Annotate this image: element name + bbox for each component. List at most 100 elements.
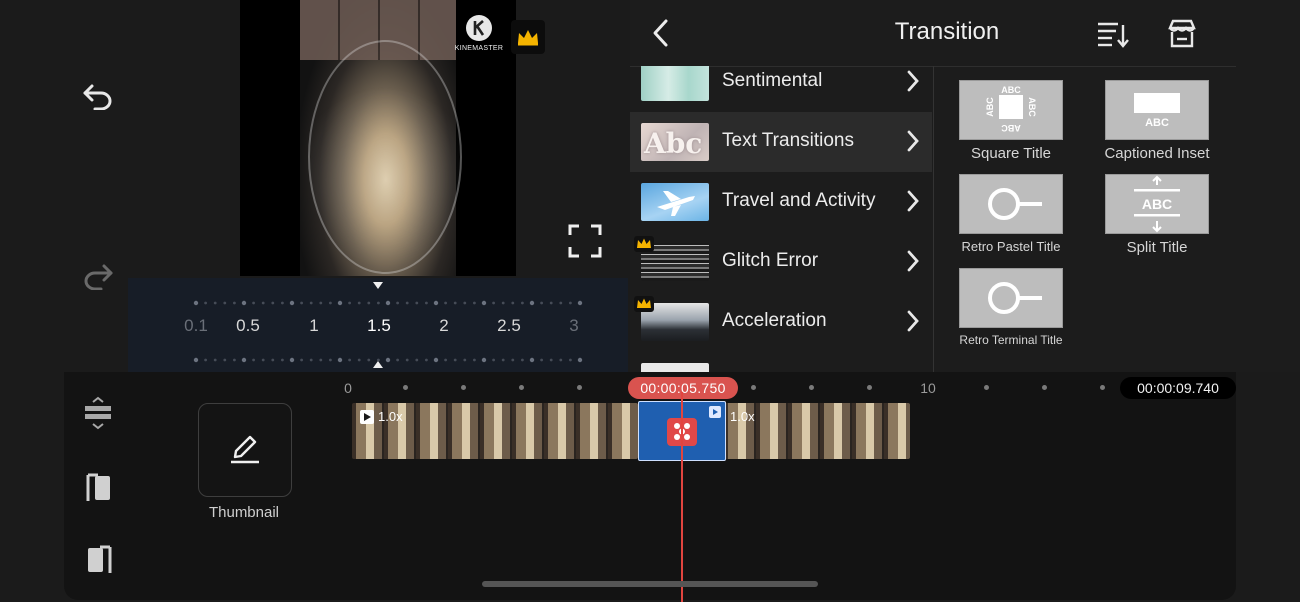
speed-tick — [433, 300, 439, 306]
speed-tick — [433, 357, 439, 363]
store-icon[interactable] — [1166, 18, 1198, 50]
speed-tick — [377, 301, 380, 305]
transition-tile-square-title[interactable]: ABC ABC ABC ABC Square Title — [936, 80, 1086, 162]
thumbnail-button[interactable] — [198, 403, 292, 497]
speed-tick — [223, 358, 227, 362]
speed-option[interactable]: 0.1 — [184, 316, 208, 336]
video-clip[interactable]: 1.0x — [724, 403, 910, 459]
speed-tick — [444, 358, 447, 362]
speed-tick — [319, 301, 323, 305]
speed-tick — [252, 301, 255, 305]
video-clip[interactable]: 1.0x — [352, 403, 638, 459]
transition-tile-captioned-inset[interactable]: ABC Captioned Inset — [1082, 80, 1232, 162]
airplane-icon — [657, 191, 695, 216]
ruler-dot — [1042, 385, 1047, 390]
speed-tick — [453, 301, 457, 305]
speed-option[interactable]: 2.5 — [497, 316, 521, 336]
speed-tick — [289, 300, 295, 306]
speed-tick — [396, 301, 399, 305]
speed-tick — [481, 357, 487, 363]
speed-tick — [289, 357, 295, 363]
sort-icon[interactable] — [1096, 19, 1130, 49]
category-label: Acceleration — [722, 310, 827, 331]
speed-tick — [425, 301, 428, 305]
play-icon — [709, 406, 721, 418]
speed-tick — [377, 358, 380, 362]
speed-tick — [357, 358, 361, 362]
clip-speed-badge: 1.0x — [730, 409, 755, 424]
category-thumbnail — [641, 66, 709, 101]
category-item-glitch-error[interactable]: Glitch Error — [630, 232, 932, 292]
tile-preview — [959, 268, 1063, 328]
undo-icon[interactable] — [78, 78, 118, 114]
speed-ticks-top — [188, 293, 588, 306]
speed-tick — [300, 358, 303, 362]
redo-icon[interactable] — [78, 258, 118, 294]
video-frame — [300, 0, 462, 276]
premium-crown-icon — [634, 236, 654, 252]
ruler-dot — [403, 385, 408, 390]
speed-scale[interactable]: 0.1 0.5 1 1.5 2 2.5 3 — [128, 278, 628, 372]
chevron-right-icon — [907, 70, 919, 92]
speed-tick — [204, 301, 207, 305]
tile-art-text: ABC — [985, 97, 995, 117]
transition-tile-retro-pastel-title[interactable]: Retro Pastel Title — [936, 174, 1086, 254]
transition-tile-split-title[interactable]: ABC Split Title — [1082, 174, 1232, 256]
speed-tick — [453, 358, 457, 362]
speed-tick — [492, 358, 495, 362]
category-item-acceleration[interactable]: Acceleration — [630, 292, 932, 352]
timeline-scrollbar[interactable] — [482, 581, 818, 587]
speed-option[interactable]: 1 — [309, 316, 318, 336]
category-label: Sentimental — [722, 70, 823, 91]
tile-preview — [959, 174, 1063, 234]
playhead[interactable] — [681, 392, 683, 602]
speed-tick — [300, 301, 303, 305]
speed-tick — [213, 301, 217, 305]
speed-tick — [549, 301, 553, 305]
speed-tick — [367, 358, 371, 362]
trim-left-icon[interactable] — [86, 472, 112, 504]
track-height-icon[interactable] — [84, 396, 112, 432]
fullscreen-icon[interactable] — [566, 222, 604, 260]
tile-label: Captioned Inset — [1104, 145, 1210, 162]
category-list[interactable]: Sentimental Abc Text Transitions Travel … — [630, 66, 932, 372]
speed-tick — [396, 358, 399, 362]
total-time: 00:00:09.740 — [1120, 377, 1236, 399]
ruler-dot — [809, 385, 814, 390]
speed-tick — [309, 301, 313, 305]
speed-tick — [444, 301, 447, 305]
speed-tick — [511, 358, 515, 362]
category-thumbnail — [641, 183, 709, 221]
left-rail — [0, 0, 128, 372]
crown-icon[interactable] — [511, 20, 545, 54]
speed-tick — [261, 358, 265, 362]
speed-option-selected[interactable]: 1.5 — [367, 316, 391, 336]
pencil-icon — [231, 435, 259, 464]
speed-tick — [193, 357, 199, 363]
speed-tick — [415, 358, 419, 362]
speed-tick — [529, 300, 535, 306]
category-item-partial[interactable] — [630, 352, 932, 372]
category-item-sentimental[interactable]: Sentimental — [630, 66, 932, 112]
speed-option[interactable]: 2 — [439, 316, 448, 336]
chevron-right-icon — [907, 310, 919, 332]
tile-art-text: ABC — [1145, 117, 1169, 129]
speed-tick — [501, 358, 505, 362]
tile-label: Split Title — [1126, 239, 1188, 256]
speed-tick — [569, 358, 572, 362]
tile-preview: ABC ABC ABC ABC — [959, 80, 1063, 140]
category-item-text-transitions[interactable]: Abc Text Transitions — [630, 112, 932, 172]
timeline[interactable]: Thumbnail 0 10 00:00:05.750 00:00:09.740… — [64, 372, 1236, 602]
category-item-travel[interactable]: Travel and Activity — [630, 172, 932, 232]
panel-title: Transition — [894, 18, 1000, 45]
speed-option[interactable]: 0.5 — [236, 316, 260, 336]
speed-tick — [481, 300, 487, 306]
speed-tick — [559, 358, 563, 362]
chevron-right-icon — [907, 250, 919, 272]
transition-tile-retro-terminal-title[interactable]: Retro Terminal Title — [936, 268, 1086, 347]
tile-label: Retro Terminal Title — [959, 333, 1063, 347]
speed-option[interactable]: 3 — [569, 316, 578, 336]
ruler-dot — [751, 385, 756, 390]
trim-right-icon[interactable] — [86, 544, 112, 576]
back-chevron-icon[interactable] — [648, 18, 674, 48]
